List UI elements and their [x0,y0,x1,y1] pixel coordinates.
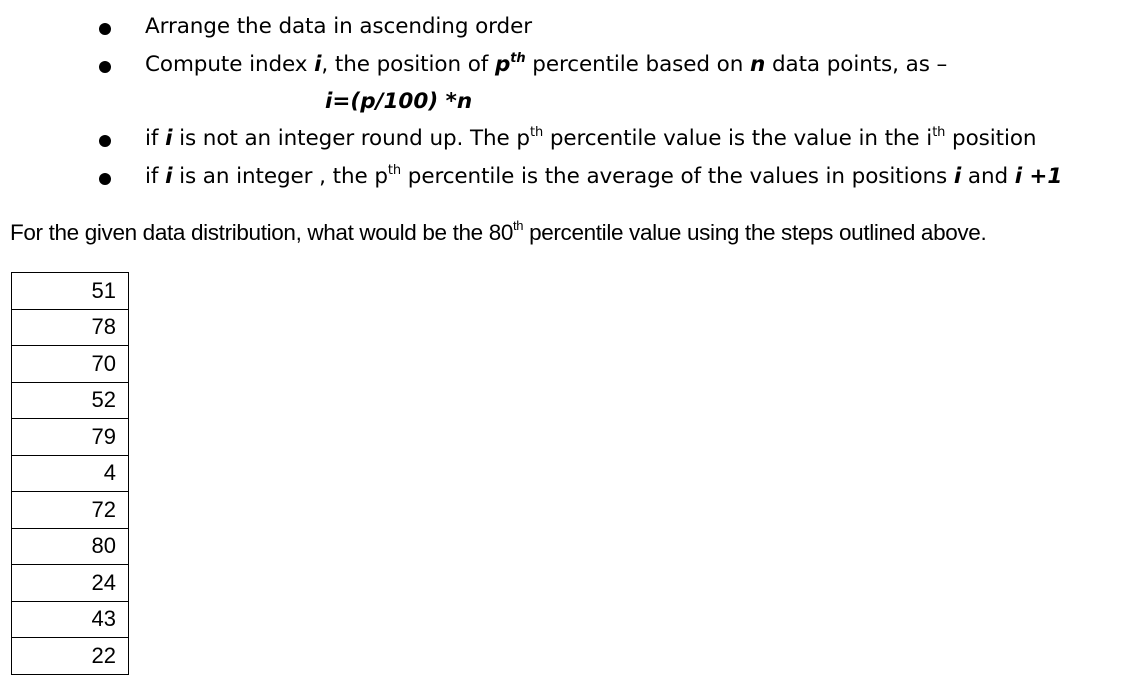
superscript-th: th [387,163,402,178]
table-cell: 43 [11,600,129,638]
step-3-prefix: if [145,126,166,151]
table-row: 80 [11,527,129,565]
step-1-text: Arrange the data in ascending order [145,12,532,42]
superscript-th: th [513,218,524,233]
question-text: For the given data distribution, what wo… [10,218,987,248]
table-cell: 24 [11,564,129,602]
table-cell: 72 [11,491,129,529]
table-cell: 80 [11,527,129,565]
data-table: 51 78 70 52 79 4 72 80 24 43 22 [11,272,129,675]
table-row: 78 [11,308,129,346]
table-row: 24 [11,564,129,602]
step-4-mid1: is an integer , the p [172,164,388,189]
step-3-mid1: is not an integer round up. The p [172,126,530,151]
bullet-dot [99,173,111,185]
index-formula: i=(p/100) *n [325,89,473,114]
step-4-text: if i is an integer , the pth percentile … [145,162,1062,192]
table-cell: 51 [11,272,129,310]
table-cell: 70 [11,345,129,383]
table-cell: 4 [11,454,129,492]
variable-i-plus-one: i +1 [1014,164,1063,189]
table-row: 72 [11,491,129,529]
superscript-th: th [932,125,946,140]
superscript-th: th [529,125,544,140]
step-3-text: if i is not an integer round up. The pth… [145,124,1037,154]
table-row: 43 [11,600,129,638]
step-4-mid2: percentile is the average of the values … [401,164,954,189]
table-row: 70 [11,345,129,383]
table-row: 52 [11,381,129,419]
step-4-and: and [961,164,1015,189]
step-2-suffix: data points, as – [765,52,948,77]
table-row: 79 [11,418,129,456]
table-cell: 22 [11,637,129,675]
step-2-text: Compute index i, the position of pth per… [145,50,947,80]
superscript-th: th [510,51,526,66]
bullet-dot [99,23,111,35]
variable-n: n [750,52,766,77]
table-row: 4 [11,454,129,492]
step-1-label: Arrange the data in ascending order [145,14,532,39]
step-4-prefix: if [145,164,166,189]
document-page: { "steps": [ { "text": "Arrange the data… [0,0,1147,692]
question-suffix: percentile value using the steps outline… [523,220,987,245]
bullet-dot [99,135,111,147]
step-2-mid1: , the position of [321,52,495,77]
bullet-dot [99,61,111,73]
step-2-prefix: Compute index [145,52,315,77]
table-cell: 78 [11,308,129,346]
table-row: 51 [11,272,129,310]
table-cell: 52 [11,381,129,419]
step-3-mid2: percentile value is the value in the i [543,126,933,151]
step-3-suffix: position [945,126,1037,151]
table-row: 22 [11,637,129,675]
variable-p: p [494,52,511,77]
table-cell: 79 [11,418,129,456]
question-prefix: For the given data distribution, what wo… [10,220,514,245]
step-2-mid2: percentile based on [525,52,750,77]
